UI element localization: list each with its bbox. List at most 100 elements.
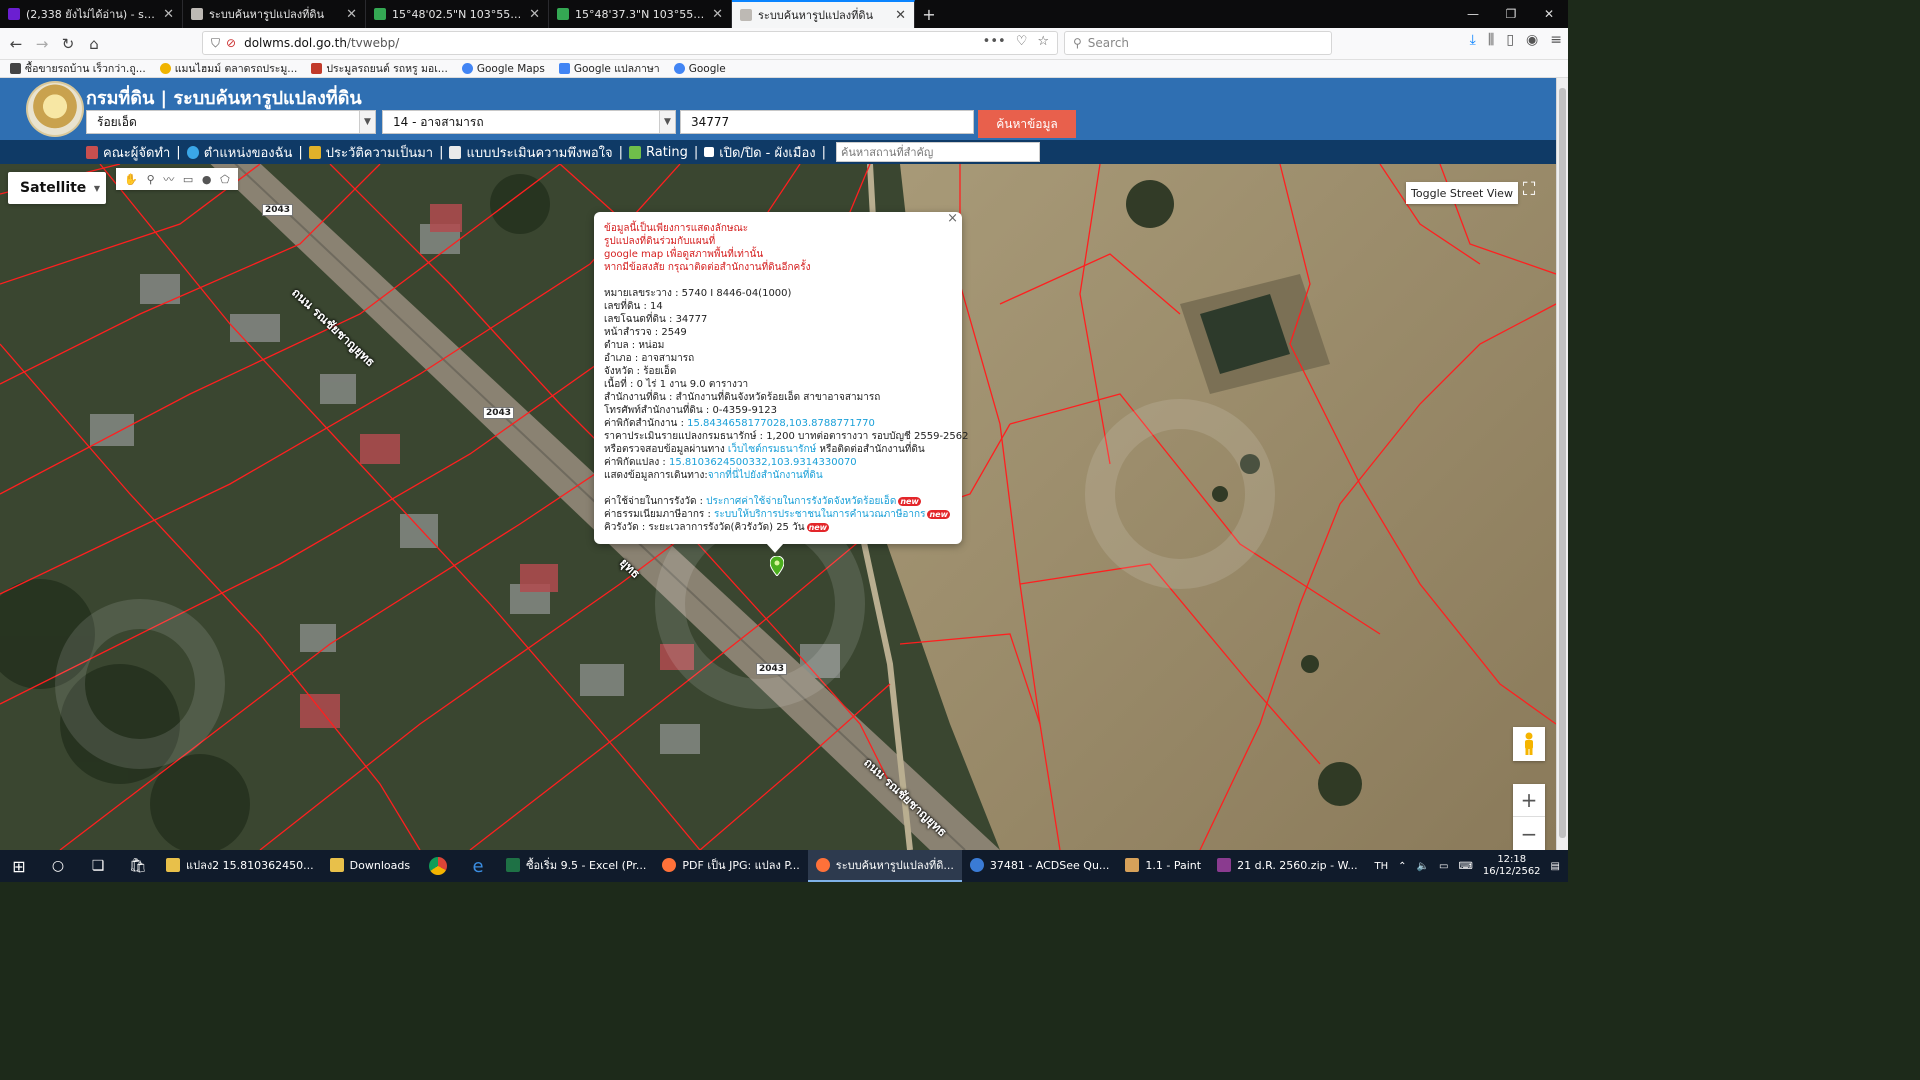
chrome-icon[interactable] (418, 857, 458, 875)
field-value: 0-4359-9123 (712, 405, 777, 416)
chevron-up-icon[interactable]: ⌃ (1398, 861, 1406, 872)
menu-my-location[interactable]: ตำแหน่งของฉัน (186, 142, 292, 163)
cortana-search-icon[interactable]: ○ (38, 858, 78, 874)
toggle-street-view-button[interactable]: Toggle Street View (1406, 182, 1518, 204)
download-icon[interactable]: ⤓ (1470, 32, 1476, 48)
browser-tab[interactable]: 15°48'02.5"N 103°55'43.7"E - Go ✕ (366, 0, 549, 28)
taskbar-app[interactable]: Downloads (322, 850, 418, 882)
task-view-icon[interactable]: ❏ (78, 858, 118, 874)
survey-cost-link[interactable]: ประกาศค่าใช้จ่ายในการรังวัดจังหวัดร้อยเอ… (706, 496, 896, 507)
location-pin-icon[interactable] (770, 556, 784, 576)
deed-number-input[interactable]: 34777 (680, 110, 974, 134)
taskbar-app[interactable]: 37481 - ACDSee Qu... (962, 850, 1118, 882)
zoom-in-button[interactable]: + (1513, 784, 1545, 817)
taskbar-app-active[interactable]: ระบบค้นหารูปแปลงที่ดิ... (807, 850, 962, 882)
browser-tab[interactable]: (2,338 ยังไม่ได้อ่าน) - suchart_1( ✕ (0, 0, 183, 28)
fullscreen-icon[interactable]: ⛶ (1512, 172, 1546, 206)
circle-tool-icon[interactable]: ● (202, 173, 212, 186)
clock[interactable]: 12:18 16/12/2562 (1483, 854, 1541, 878)
menu-survey[interactable]: แบบประเมินความพึงพอใจ (449, 142, 613, 163)
browser-tab-active[interactable]: ระบบค้นหารูปแปลงที่ดิน ✕ (732, 0, 915, 28)
close-tab-icon[interactable]: ✕ (712, 7, 723, 22)
bookmark-item[interactable]: แมนไฮมม์ ตลาดรถประมู... (159, 60, 297, 77)
bookmark-item[interactable]: ซื้อขายรถบ้าน เร็วกว่า.ถู... (10, 60, 146, 77)
scrollbar-thumb[interactable] (1559, 88, 1566, 838)
close-popup-icon[interactable]: × (947, 212, 958, 225)
language-bar-icon[interactable]: ⌨ (1458, 861, 1472, 872)
pocket-icon[interactable]: ♡ (1016, 34, 1028, 49)
search-box[interactable]: ⚲ Search (1064, 31, 1332, 55)
search-icon: ⚲ (1073, 36, 1082, 50)
menu-history[interactable]: ประวัติความเป็นมา (308, 142, 433, 163)
map-canvas[interactable]: 2043 2043 2043 ถนน รณชัยชาญยุทธ ยุทธ ถนน… (0, 164, 1556, 850)
volume-icon[interactable]: 🔈 (1417, 861, 1429, 872)
home-icon[interactable]: ⌂ (81, 31, 107, 57)
insecure-lock-icon[interactable]: ⊘ (226, 36, 236, 50)
bookmark-item[interactable]: ประมูลรถยนต์ รถหรู มอเ... (311, 60, 448, 77)
verify-row: หรือตรวจสอบข้อมูลผ่านทาง เว็บไซต์กรมธนาร… (604, 443, 954, 456)
pegman-icon[interactable] (1513, 727, 1545, 761)
taskbar-app[interactable]: ซื้อเริ่ม 9.5 - Excel (Pr... (498, 850, 654, 882)
browser-tab[interactable]: ระบบค้นหารูปแปลงที่ดิน ✕ (183, 0, 366, 28)
menu-team[interactable]: คณะผู้จัดทำ (86, 142, 170, 163)
parcel-coord-link[interactable]: 15.8103624500332,103.9314330070 (669, 457, 857, 468)
page-scrollbar[interactable] (1556, 78, 1568, 850)
smiley-bookmark-icon (159, 63, 171, 74)
bookmark-item[interactable]: Google Maps (461, 63, 545, 75)
store-icon[interactable]: 🛍 (118, 858, 158, 874)
close-tab-icon[interactable]: ✕ (163, 7, 174, 22)
restore-icon[interactable]: ❐ (1492, 0, 1530, 28)
map-type-dropdown[interactable]: Satellite ▼ (8, 172, 106, 204)
polyline-tool-icon[interactable]: 〰 (163, 171, 174, 187)
notification-icon[interactable]: ▤ (1551, 861, 1560, 872)
forward-arrow-icon[interactable]: → (29, 31, 55, 57)
close-tab-icon[interactable]: ✕ (529, 7, 540, 22)
marker-tool-icon[interactable]: ⚲ (147, 173, 155, 186)
bookmark-item[interactable]: Google แปลภาษา (558, 60, 660, 77)
globe-icon (186, 145, 199, 159)
close-window-icon[interactable]: ✕ (1530, 0, 1568, 28)
hand-pan-icon[interactable]: ✋ (124, 173, 138, 186)
minimize-icon[interactable]: — (1454, 0, 1492, 28)
menu-hamburger-icon[interactable]: ≡ (1550, 32, 1562, 48)
bookmark-label: ซื้อขายรถบ้าน เร็วกว่า.ถู... (25, 63, 146, 75)
search-data-button[interactable]: ค้นหาข้อมูล (978, 110, 1076, 138)
account-icon[interactable]: ◉ (1526, 32, 1538, 48)
drawing-toolbar: ✋ ⚲ 〰 ▭ ● ⬠ (116, 168, 238, 190)
close-tab-icon[interactable]: ✕ (346, 7, 357, 22)
bookmark-star-icon[interactable]: ☆ (1037, 34, 1049, 49)
route-link[interactable]: จากที่นี่ไปยังสำนักงานที่ดิน (708, 470, 823, 481)
tab-title: ระบบค้นหารูปแปลงที่ดิน (209, 8, 325, 21)
popup-pointer (766, 543, 784, 553)
office-coord-link[interactable]: 15.8434658177028,103.8788771770 (687, 418, 875, 429)
edge-icon[interactable]: e (458, 856, 498, 877)
polygon-tool-icon[interactable]: ⬠ (220, 173, 230, 186)
taskbar-app[interactable]: 1.1 - Paint (1117, 850, 1209, 882)
input-language[interactable]: TH (1375, 861, 1389, 872)
rectangle-tool-icon[interactable]: ▭ (183, 173, 193, 186)
library-icon[interactable]: ⫼ (1488, 32, 1494, 48)
district-select[interactable]: 14 - อาจสามารถ ▼ (382, 110, 676, 134)
place-search-input[interactable]: ค้นหาสถานที่สำคัญ (836, 142, 1040, 162)
close-tab-icon[interactable]: ✕ (895, 8, 906, 23)
province-select[interactable]: ร้อยเอ็ด ▼ (86, 110, 376, 134)
browser-tab[interactable]: 15°48'37.3"N 103°55'53.2"E - Go ✕ (549, 0, 732, 28)
new-tab-button[interactable]: + (915, 0, 943, 28)
taskbar-app[interactable]: แปลง2 15.810362450... (158, 850, 322, 882)
shield-icon[interactable]: ⛉ (211, 36, 220, 51)
windows-start-icon[interactable]: ⊞ (0, 857, 38, 876)
fee-link[interactable]: ระบบให้บริการประชาชนในการคำนวณภาษีอากร (714, 509, 925, 520)
menu-city-plan-toggle[interactable]: เปิด/ปิด - ผังเมือง (704, 142, 816, 163)
treasury-website-link[interactable]: เว็บไซต์กรมธนารักษ์ (728, 444, 816, 455)
taskbar-app[interactable]: PDF เป็น JPG: แปลง P... (654, 850, 807, 882)
zoom-out-button[interactable]: − (1513, 817, 1545, 850)
menu-rating[interactable]: Rating (628, 145, 688, 160)
sidebar-icon[interactable]: ▯ (1506, 32, 1514, 48)
back-arrow-icon[interactable]: ← (3, 31, 29, 57)
taskbar-app[interactable]: 21 d.R. 2560.zip - W... (1209, 850, 1366, 882)
bookmark-item[interactable]: Google (673, 63, 726, 75)
network-icon[interactable]: ▭ (1439, 861, 1448, 872)
address-bar[interactable]: ⛉ ⊘ dolwms.dol.go.th/tvwebp/ ••• ♡ ☆ (202, 31, 1058, 55)
reload-icon[interactable]: ↻ (55, 31, 81, 57)
page-actions-icon[interactable]: ••• (983, 34, 1006, 49)
